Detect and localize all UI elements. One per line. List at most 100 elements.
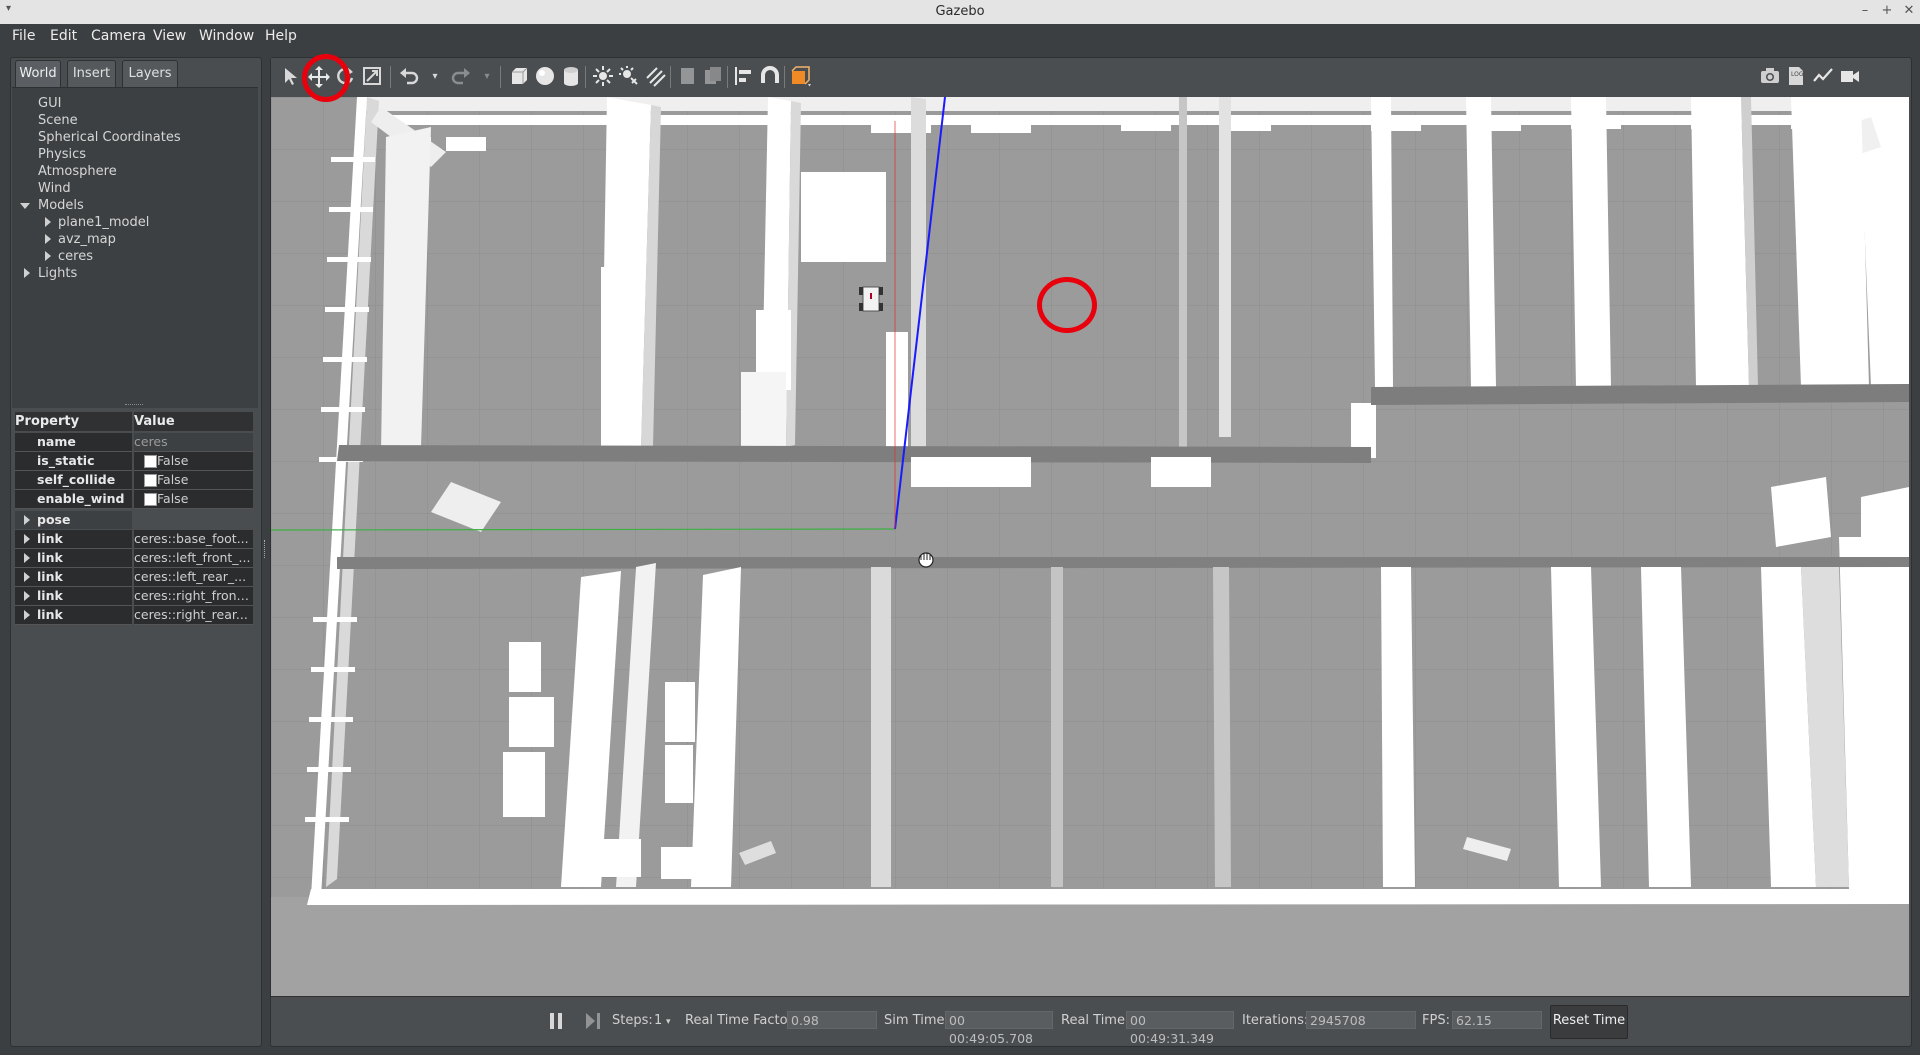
select-arrow-icon[interactable] [279,65,303,89]
property-key: self_collide [37,472,116,487]
real-time-field: 00 00:49:31.349 [1126,1011,1234,1046]
tree-item-lights[interactable]: Lights [38,266,77,281]
expand-arrow-icon[interactable] [20,203,30,209]
menu-edit[interactable]: Edit [50,28,77,44]
steps-spinbox[interactable]: 1 [654,1013,662,1028]
expand-arrow-icon[interactable] [24,572,30,582]
expand-arrow-icon[interactable] [24,610,30,620]
fps-label: FPS: [1422,1013,1450,1028]
menu-bar: File Edit Camera View Window Help [0,24,1920,50]
scene-viewport[interactable] [271,97,1909,996]
reset-time-button[interactable]: Reset Time [1550,1005,1628,1039]
screenshot-camera-icon[interactable] [1758,65,1782,89]
directional-light-icon[interactable] [643,65,667,89]
undo-icon[interactable] [397,65,421,89]
toolbar-separator [390,66,391,88]
middle-wall-upper [337,445,1371,463]
property-row-link[interactable]: link ceres::left_rear_... [15,568,253,587]
menu-view[interactable]: View [153,28,186,44]
real-time-factor-field: 0.98 [787,1011,877,1029]
align-icon[interactable] [732,65,756,89]
change-view-icon[interactable] [789,65,813,89]
steps-spin-arrow-icon[interactable]: ▾ [666,1017,671,1027]
scene-render [271,97,1909,996]
tree-item-model[interactable]: plane1_model [58,215,149,230]
tree-item-models[interactable]: Models [38,198,84,213]
property-value: ceres::base_foot... [134,530,253,549]
toolbar-separator [670,66,671,88]
paste-icon[interactable] [701,65,725,89]
expand-arrow-icon[interactable] [24,534,30,544]
svg-text:LOG: LOG [1791,71,1804,78]
property-row-link[interactable]: link ceres::left_front_... [15,549,253,568]
property-row-self-collide: self_collide False [15,471,253,490]
iterations-label: Iterations: [1242,1013,1309,1028]
menu-window[interactable]: Window [199,28,254,44]
toolbar: ▾ ▾ LOG [271,58,1909,96]
step-icon[interactable] [584,1011,602,1031]
video-record-icon[interactable] [1838,65,1862,89]
expand-arrow-icon[interactable] [24,553,30,563]
tree-item-physics[interactable]: Physics [38,147,86,162]
time-panel: Steps: 1 ▾ Real Time Factor: 0.98 Sim Ti… [271,996,1909,1046]
minimize-icon[interactable]: – [1856,2,1874,20]
redo-icon[interactable] [449,65,473,89]
property-value: False [157,453,189,468]
collapse-arrow-icon[interactable] [45,251,51,261]
tree-item-model[interactable]: ceres [58,249,93,264]
tab-insert[interactable]: Insert [67,60,116,87]
close-icon[interactable]: ✕ [1900,2,1918,20]
tree-item-model[interactable]: avz_map [58,232,116,247]
property-key: is_static [37,453,95,468]
sphere-icon[interactable] [533,65,557,89]
copy-icon[interactable] [675,65,699,89]
property-key: pose [37,512,71,527]
sim-time-label: Sim Time: [884,1013,949,1028]
redo-history-dropdown-icon[interactable]: ▾ [475,65,499,89]
plot-icon[interactable] [1811,65,1835,89]
property-key: link [37,569,63,584]
steps-label: Steps: [612,1013,653,1028]
collapse-arrow-icon[interactable] [45,217,51,227]
tree-item-gui[interactable]: GUI [38,96,61,111]
menu-camera[interactable]: Camera [91,28,146,44]
tree-item-wind[interactable]: Wind [38,181,71,196]
expand-arrow-icon[interactable] [24,515,30,525]
self-collide-checkbox[interactable] [144,474,157,487]
enable-wind-checkbox[interactable] [144,493,157,506]
property-key: link [37,531,63,546]
menu-file[interactable]: File [12,28,35,44]
pause-icon[interactable] [548,1011,564,1031]
robot-model-ceres[interactable] [859,286,883,312]
collapse-arrow-icon[interactable] [24,268,30,278]
left-panel-resize-handle[interactable] [264,540,268,558]
box-icon[interactable] [507,65,531,89]
panel-splitter[interactable] [125,404,143,409]
real-time-factor-label: Real Time Factor: [685,1013,798,1028]
tree-item-spherical-coordinates[interactable]: Spherical Coordinates [38,130,181,145]
spot-light-icon[interactable] [617,65,641,89]
tree-item-atmosphere[interactable]: Atmosphere [38,164,117,179]
property-row-link[interactable]: link ceres::base_foot... [15,530,253,549]
snap-magnet-icon[interactable] [758,65,782,89]
wall [307,889,1909,905]
property-key: name [37,434,76,449]
collapse-arrow-icon[interactable] [45,234,51,244]
property-row-pose[interactable]: pose [15,511,253,529]
highlight-circle [302,54,350,102]
property-row-link[interactable]: link ceres::right_rear... [15,606,253,625]
tree-item-scene[interactable]: Scene [38,113,78,128]
is-static-checkbox[interactable] [144,455,157,468]
maximize-icon[interactable]: + [1878,2,1896,20]
point-light-icon[interactable] [591,65,615,89]
menu-help[interactable]: Help [265,28,297,44]
toolbar-separator [784,66,785,88]
tab-layers[interactable]: Layers [122,60,178,87]
cylinder-icon[interactable] [559,65,583,89]
undo-history-dropdown-icon[interactable]: ▾ [423,65,447,89]
expand-arrow-icon[interactable] [24,591,30,601]
log-icon[interactable]: LOG [1784,65,1808,89]
property-row-link[interactable]: link ceres::right_front... [15,587,253,606]
tab-world[interactable]: World [15,60,61,87]
scale-icon[interactable] [360,65,384,89]
